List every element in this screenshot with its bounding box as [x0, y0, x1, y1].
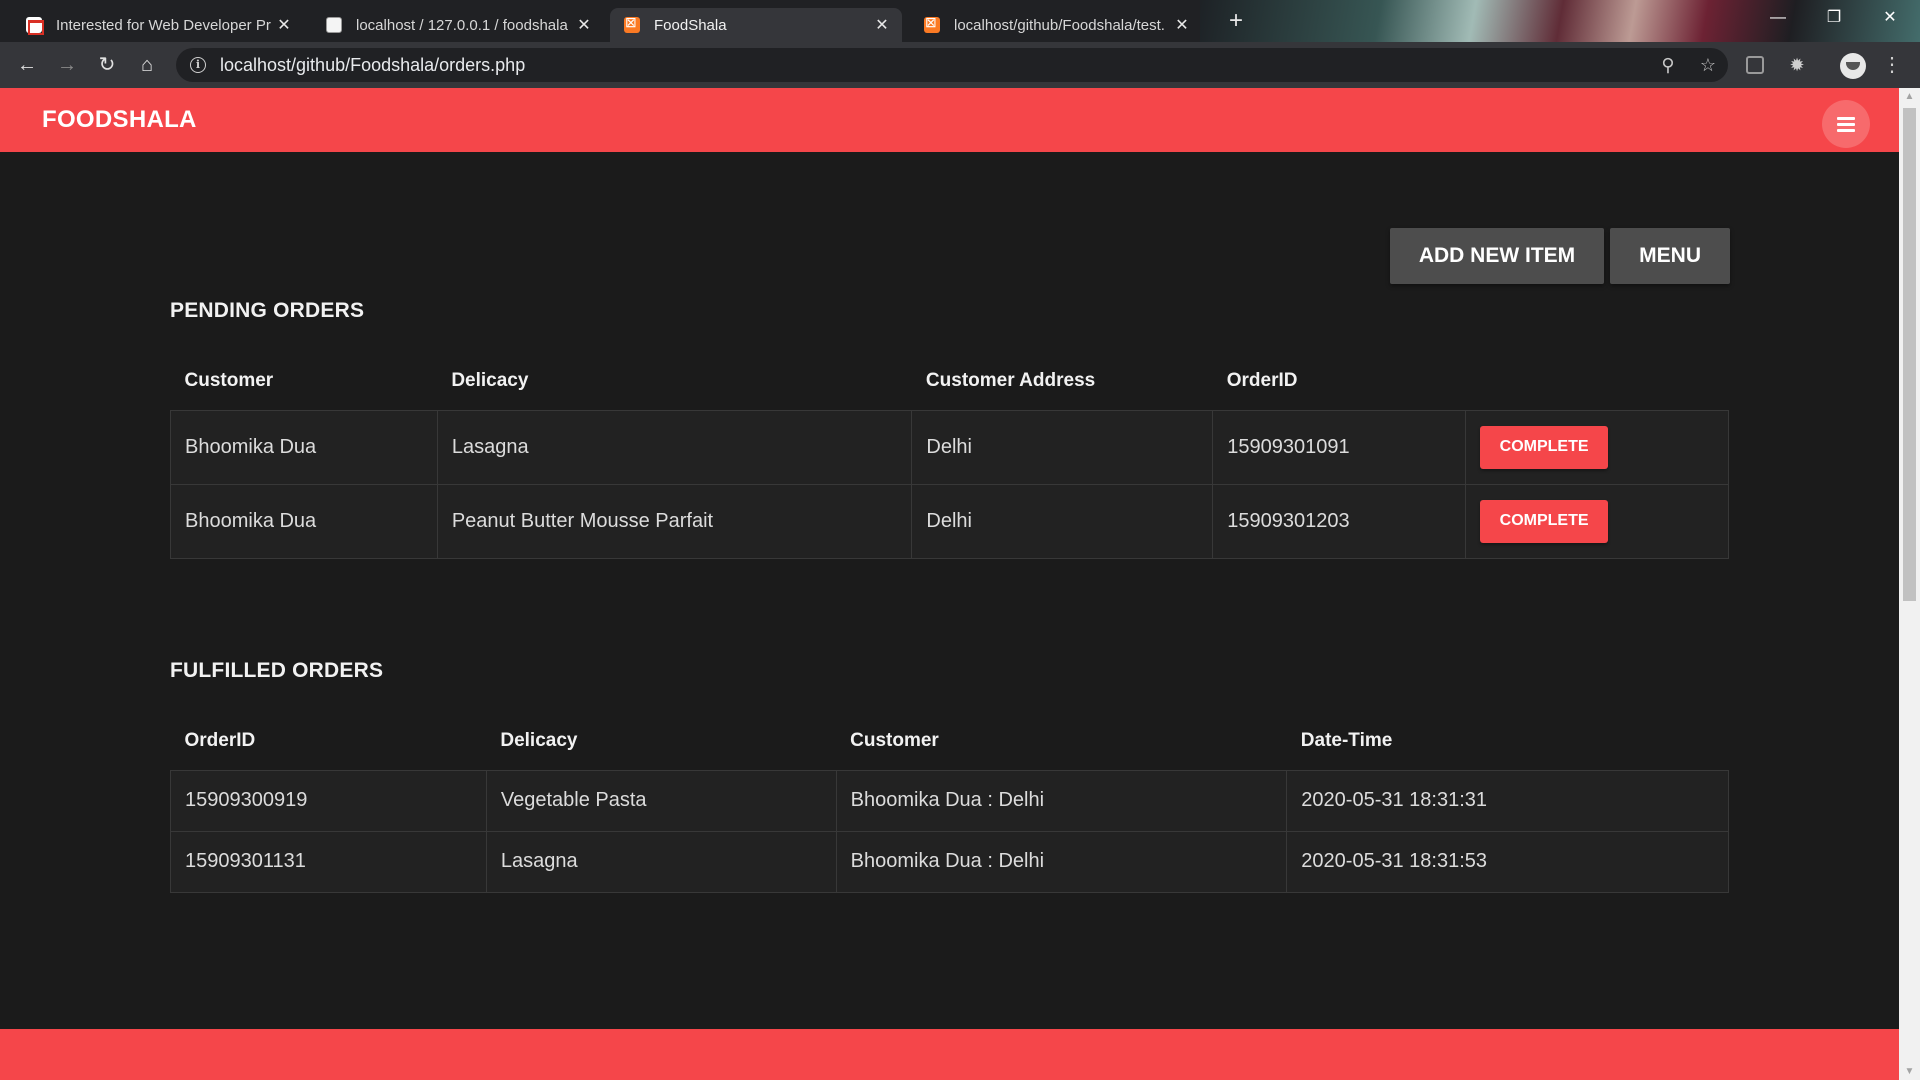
table-row: Bhoomika Dua Lasagna Delhi 15909301091 C… [170, 409, 1729, 485]
complete-order-button[interactable]: COMPLETE [1480, 499, 1609, 543]
scroll-up-arrow-icon[interactable]: ▲ [1899, 88, 1920, 105]
tab-title: FoodShala [654, 16, 727, 34]
brand-logo-text[interactable]: FOODSHALA [42, 106, 197, 134]
order-id-cell: 15909301203 [1212, 483, 1467, 559]
add-new-item-button[interactable]: ADD NEW ITEM [1389, 228, 1605, 284]
xampp-icon [924, 14, 940, 33]
delicacy-cell: Peanut Butter Mousse Parfait [436, 483, 913, 559]
table-row: 15909300919 Vegetable Pasta Bhoomika Dua… [170, 769, 1729, 832]
delicacy-cell: Lasagna [485, 830, 837, 893]
address-cell: Delhi [911, 409, 1214, 485]
restore-button[interactable]: ❐ [1806, 0, 1862, 36]
close-window-button[interactable]: ✕ [1862, 0, 1918, 36]
browser-tab-foodshala[interactable]: FoodShala ✕ [610, 8, 902, 42]
table-row: Bhoomika Dua Peanut Butter Mousse Parfai… [170, 483, 1729, 559]
tab-title: Interested for Web Developer Pr [56, 16, 271, 34]
customer-cell: Bhoomika Dua [170, 409, 438, 485]
fulfilled-orders-title: FULFILLED ORDERS [170, 659, 384, 682]
address-cell: Delhi [911, 483, 1214, 559]
close-tab-icon[interactable]: ✕ [574, 15, 594, 35]
column-header: Customer Address [925, 369, 1096, 391]
delicacy-cell: Lasagna [436, 409, 913, 485]
site-info-icon[interactable]: i [190, 57, 206, 73]
page-footer [0, 1029, 1899, 1080]
column-header: OrderID [184, 729, 256, 751]
reload-button[interactable]: ↻ [92, 50, 122, 80]
close-tab-icon[interactable]: ✕ [274, 15, 294, 35]
scroll-down-arrow-icon[interactable]: ▼ [1899, 1063, 1920, 1080]
tab-title: localhost / 127.0.0.1 / foodshala [356, 16, 568, 34]
table-row: 15909301131 Lasagna Bhoomika Dua : Delhi… [170, 830, 1729, 893]
url-text[interactable]: localhost/github/Foodshala/orders.php [220, 55, 1648, 76]
pending-orders-title: PENDING ORDERS [170, 299, 365, 322]
customer-cell: Bhoomika Dua : Delhi [835, 830, 1288, 893]
close-tab-icon[interactable]: ✕ [1172, 15, 1192, 35]
top-actions: ADD NEW ITEM MENU [1389, 228, 1730, 284]
close-tab-icon[interactable]: ✕ [872, 15, 892, 35]
column-header: Delicacy [451, 369, 529, 391]
column-header: Delicacy [500, 729, 578, 751]
datetime-cell: 2020-05-31 18:31:31 [1286, 769, 1729, 832]
browser-tabstrip: Interested for Web Developer Pr ✕ localh… [0, 0, 1920, 42]
extension-gear-icon[interactable]: ✹ [1785, 54, 1809, 76]
app-navbar: FOODSHALA [0, 88, 1899, 152]
home-button[interactable]: ⌂ [132, 50, 162, 80]
browser-toolbar: ← → ↻ ⌂ i localhost/github/Foodshala/ord… [0, 42, 1920, 88]
hamburger-menu-button[interactable] [1822, 100, 1870, 148]
customer-cell: Bhoomika Dua [170, 483, 438, 559]
gmail-icon [26, 17, 44, 35]
order-id-cell: 15909301131 [170, 830, 487, 893]
address-bar[interactable]: i localhost/github/Foodshala/orders.php … [176, 48, 1728, 82]
page-viewport: FOODSHALA ADD NEW ITEM MENU PENDING ORDE… [0, 88, 1899, 1080]
minimize-button[interactable]: — [1750, 0, 1806, 36]
profile-avatar[interactable] [1840, 53, 1866, 79]
hamburger-line [1837, 129, 1855, 132]
pending-orders-table: Customer Delicacy Customer Address Order… [170, 352, 1729, 559]
page-scrollbar[interactable]: ▲ ▼ [1899, 88, 1920, 1080]
action-cell: COMPLETE [1465, 483, 1729, 559]
column-header: Date-Time [1300, 729, 1393, 751]
order-id-cell: 15909300919 [170, 769, 487, 832]
back-button[interactable]: ← [12, 50, 42, 80]
column-header: Customer [850, 729, 939, 751]
table-header-row: OrderID Delicacy Customer Date-Time [171, 712, 1729, 770]
scrollbar-thumb[interactable] [1903, 108, 1916, 601]
new-tab-button[interactable]: + [1222, 8, 1250, 36]
zoom-icon[interactable]: ⚲ [1648, 55, 1688, 76]
tab-title: localhost/github/Foodshala/test. [954, 16, 1165, 34]
bookmark-star-icon[interactable]: ☆ [1688, 55, 1728, 76]
browser-tab-phpmyadmin[interactable]: localhost / 127.0.0.1 / foodshala ✕ [312, 8, 604, 42]
browser-tab-test[interactable]: localhost/github/Foodshala/test. ✕ [910, 8, 1202, 42]
xampp-icon [624, 14, 640, 33]
column-header: Customer [184, 369, 274, 391]
extension-icon[interactable] [1746, 56, 1764, 74]
forward-button[interactable]: → [52, 50, 82, 80]
browser-menu-icon[interactable]: ⋮ [1880, 54, 1904, 76]
column-header [1466, 352, 1729, 410]
browser-tab-gmail[interactable]: Interested for Web Developer Pr ✕ [12, 8, 304, 42]
hamburger-line [1837, 123, 1855, 126]
delicacy-cell: Vegetable Pasta [485, 769, 837, 832]
datetime-cell: 2020-05-31 18:31:53 [1286, 830, 1729, 893]
fulfilled-orders-table: OrderID Delicacy Customer Date-Time 1590… [170, 712, 1729, 893]
order-id-cell: 15909301091 [1212, 409, 1467, 485]
column-header: OrderID [1226, 369, 1298, 391]
customer-cell: Bhoomika Dua : Delhi [835, 769, 1288, 832]
phpmyadmin-icon [326, 17, 342, 33]
menu-button[interactable]: MENU [1610, 228, 1730, 284]
complete-order-button[interactable]: COMPLETE [1480, 425, 1609, 469]
action-cell: COMPLETE [1465, 409, 1729, 485]
hamburger-line [1837, 117, 1855, 120]
table-header-row: Customer Delicacy Customer Address Order… [171, 352, 1729, 410]
